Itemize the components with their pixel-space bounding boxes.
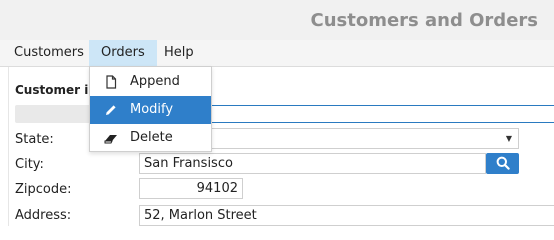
- menu-customers[interactable]: Customers: [2, 40, 96, 66]
- menu-item-delete[interactable]: Delete: [90, 124, 211, 152]
- menu-orders[interactable]: Orders: [89, 40, 157, 66]
- menu-item-label: Delete: [130, 130, 173, 145]
- menu-item-modify[interactable]: Modify: [90, 96, 211, 124]
- city-field[interactable]: San Fransisco: [139, 153, 486, 174]
- dropdown-arrow-icon: ▼: [505, 134, 512, 143]
- orders-dropdown-menu: Append Modify Delete: [89, 66, 212, 152]
- address-label: Address:: [15, 208, 72, 223]
- zipcode-label: Zipcode:: [15, 182, 72, 197]
- search-icon: [496, 156, 510, 170]
- city-label: City:: [15, 157, 44, 172]
- menu-item-append[interactable]: Append: [90, 68, 211, 96]
- menu-bar: Customers Orders Help: [0, 40, 554, 67]
- app-title: Customers and Orders: [310, 10, 538, 31]
- title-bar: Customers and Orders: [0, 0, 554, 41]
- menu-item-label: Modify: [130, 102, 174, 117]
- state-label: State:: [15, 132, 54, 147]
- menu-help[interactable]: Help: [152, 40, 206, 66]
- focused-field[interactable]: [209, 105, 554, 123]
- eraser-icon: [104, 135, 117, 144]
- menu-item-label: Append: [130, 74, 180, 89]
- address-field[interactable]: 52, Marlon Street: [139, 205, 554, 226]
- pencil-icon: [106, 105, 116, 115]
- zipcode-field[interactable]: 94102: [139, 178, 243, 199]
- document-icon: [106, 75, 117, 89]
- city-search-button[interactable]: [486, 153, 519, 174]
